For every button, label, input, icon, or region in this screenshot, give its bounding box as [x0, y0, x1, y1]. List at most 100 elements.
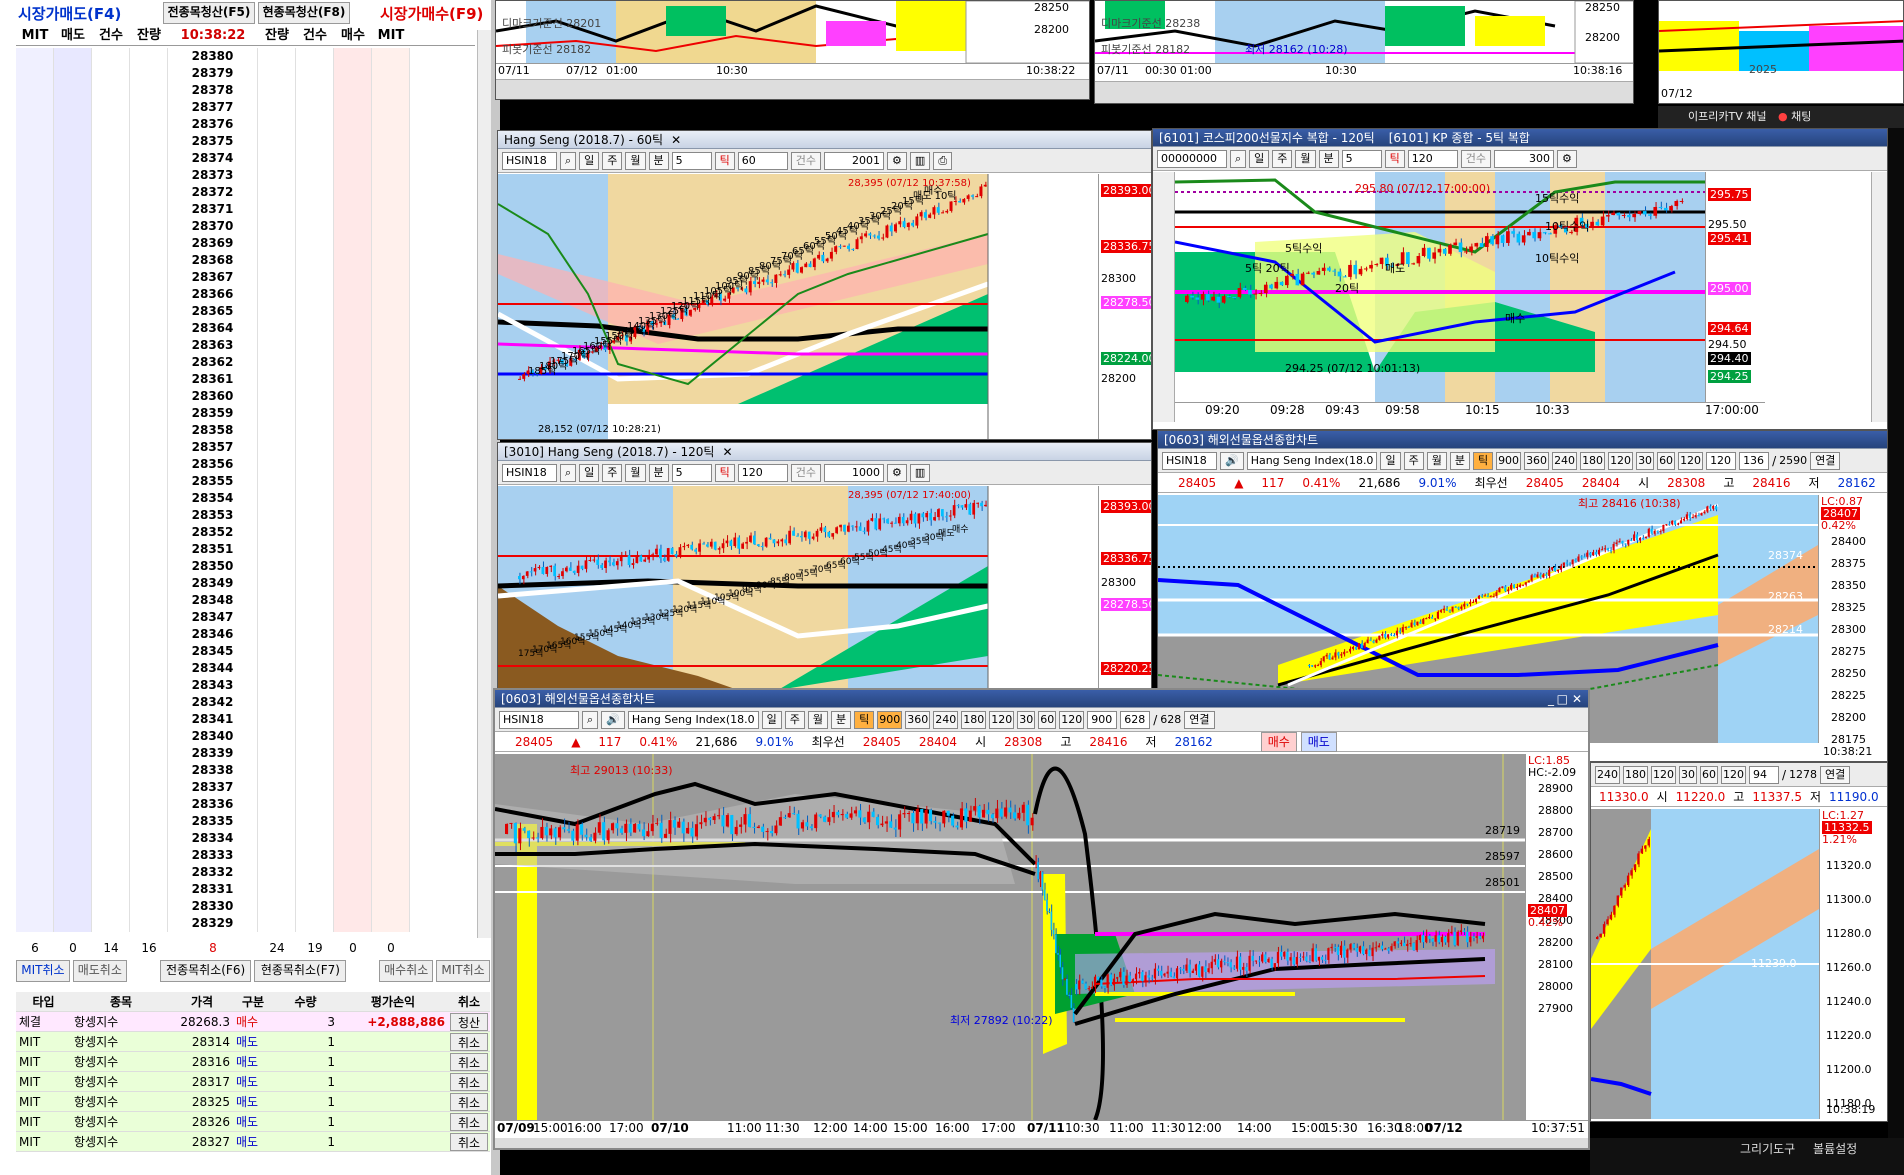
hs-tick-choice[interactable]: 120: [1608, 451, 1634, 470]
ladder-cell[interactable]: [258, 915, 296, 932]
chart60-close-icon[interactable]: ✕: [671, 133, 681, 147]
ladder-row[interactable]: 28333: [16, 847, 475, 864]
ladder-cell[interactable]: [258, 65, 296, 82]
ladder-cell[interactable]: [16, 677, 54, 694]
ladder-cell[interactable]: [334, 881, 372, 898]
ladder-row[interactable]: 28359: [16, 405, 475, 422]
ladder-cell[interactable]: [16, 779, 54, 796]
ladder-cell[interactable]: [258, 609, 296, 626]
ladder-cell[interactable]: [92, 915, 130, 932]
ladder-cell[interactable]: [258, 898, 296, 915]
chart120-bar-icon[interactable]: ▥: [909, 463, 931, 482]
kp-right-toolbar[interactable]: [1871, 172, 1887, 422]
ladder-cell[interactable]: [16, 184, 54, 201]
ladder-price[interactable]: 28365: [168, 303, 258, 320]
ladder-cell[interactable]: [334, 609, 372, 626]
ladder-cell[interactable]: [296, 422, 334, 439]
ladder-row[interactable]: 28366: [16, 286, 475, 303]
ladder-cell[interactable]: [16, 133, 54, 150]
ladder-cell[interactable]: [296, 133, 334, 150]
ladder-cell[interactable]: [334, 252, 372, 269]
ladder-cell[interactable]: [92, 133, 130, 150]
ladder-cell[interactable]: [54, 609, 92, 626]
ladder-cell[interactable]: [16, 490, 54, 507]
mit-cancel-sell-button[interactable]: MIT취소: [16, 960, 70, 982]
ladder-cell[interactable]: [258, 864, 296, 881]
ladder-cell[interactable]: [92, 490, 130, 507]
ladder-cell[interactable]: [296, 320, 334, 337]
ladder-cell[interactable]: [54, 48, 92, 65]
ladder-cell[interactable]: [54, 745, 92, 762]
ladder-cell[interactable]: [372, 558, 410, 575]
ladder-price[interactable]: 28372: [168, 184, 258, 201]
ladder-price[interactable]: 28362: [168, 354, 258, 371]
ladder-row[interactable]: 28352: [16, 524, 475, 541]
ladder-cell[interactable]: [92, 660, 130, 677]
ladder-cell[interactable]: [54, 184, 92, 201]
chart60-count-input[interactable]: 2001: [824, 151, 885, 170]
ladder-row[interactable]: 28375: [16, 133, 475, 150]
ladder-cell[interactable]: [92, 303, 130, 320]
main-maximize-icon[interactable]: □: [1557, 690, 1568, 707]
ladder-cell[interactable]: [54, 660, 92, 677]
main-link-button[interactable]: 연결: [1184, 710, 1215, 729]
ladder-row[interactable]: 28342: [16, 694, 475, 711]
ladder-cell[interactable]: [16, 830, 54, 847]
ladder-cell[interactable]: [296, 235, 334, 252]
hs-tick-select[interactable]: 120: [1706, 451, 1737, 470]
ladder-cell[interactable]: [54, 337, 92, 354]
ladder-row[interactable]: 28368: [16, 252, 475, 269]
ladder-cell[interactable]: [54, 677, 92, 694]
ladder-cell[interactable]: [334, 796, 372, 813]
ladder-cell[interactable]: [54, 167, 92, 184]
main-tick-choice[interactable]: 240: [933, 710, 959, 729]
ladder-cell[interactable]: [372, 82, 410, 99]
ladder-cell[interactable]: [372, 575, 410, 592]
ladder-cell[interactable]: [54, 779, 92, 796]
ladder-cell[interactable]: [92, 150, 130, 167]
ladder-cell[interactable]: [296, 728, 334, 745]
ladder-cell[interactable]: [296, 99, 334, 116]
ladder-cell[interactable]: [258, 48, 296, 65]
ladder-cell[interactable]: [334, 269, 372, 286]
ladder-cell[interactable]: [372, 660, 410, 677]
ladder-cell[interactable]: [92, 575, 130, 592]
ladder-cell[interactable]: [334, 898, 372, 915]
ladder-cell[interactable]: [16, 847, 54, 864]
ladder-price[interactable]: 28357: [168, 439, 258, 456]
ladder-cell[interactable]: [258, 643, 296, 660]
ladder-price[interactable]: 28380: [168, 48, 258, 65]
ladder-cell[interactable]: [16, 626, 54, 643]
ladder-row[interactable]: 28334: [16, 830, 475, 847]
ladder-cell[interactable]: [258, 881, 296, 898]
ladder-cell[interactable]: [54, 796, 92, 813]
hs-period-button[interactable]: 주: [1403, 451, 1424, 470]
ladder-cell[interactable]: [296, 456, 334, 473]
ladder-cell[interactable]: [296, 473, 334, 490]
ladder-row[interactable]: 28330: [16, 898, 475, 915]
ladder-cell[interactable]: [372, 541, 410, 558]
ladder-cell[interactable]: [372, 320, 410, 337]
ladder-cell[interactable]: [54, 439, 92, 456]
ladder-cell[interactable]: [16, 898, 54, 915]
ladder-price[interactable]: 28367: [168, 269, 258, 286]
ladder-cell[interactable]: [54, 813, 92, 830]
ladder-cell[interactable]: [258, 575, 296, 592]
ladder-cell[interactable]: [92, 864, 130, 881]
ladder-cell[interactable]: [296, 558, 334, 575]
draw-tool-button[interactable]: 그리기도구: [1740, 1142, 1795, 1156]
hs-tick-choice[interactable]: 60: [1657, 451, 1676, 470]
ladder-cell[interactable]: [334, 456, 372, 473]
main-search-icon[interactable]: ⌕: [582, 710, 599, 729]
main-sell-button[interactable]: 매도: [1300, 731, 1337, 752]
chart60-tick-button[interactable]: 틱: [714, 151, 735, 170]
ladder-cell[interactable]: [258, 541, 296, 558]
ladder-cell[interactable]: [296, 881, 334, 898]
main-period-button[interactable]: 일: [761, 710, 782, 729]
hs-period-button[interactable]: 월: [1426, 451, 1447, 470]
ladder-row[interactable]: 28354: [16, 490, 475, 507]
ladder-row[interactable]: 28373: [16, 167, 475, 184]
ladder-cell[interactable]: [92, 728, 130, 745]
ladder-cell[interactable]: [258, 524, 296, 541]
ladder-cell[interactable]: [16, 864, 54, 881]
